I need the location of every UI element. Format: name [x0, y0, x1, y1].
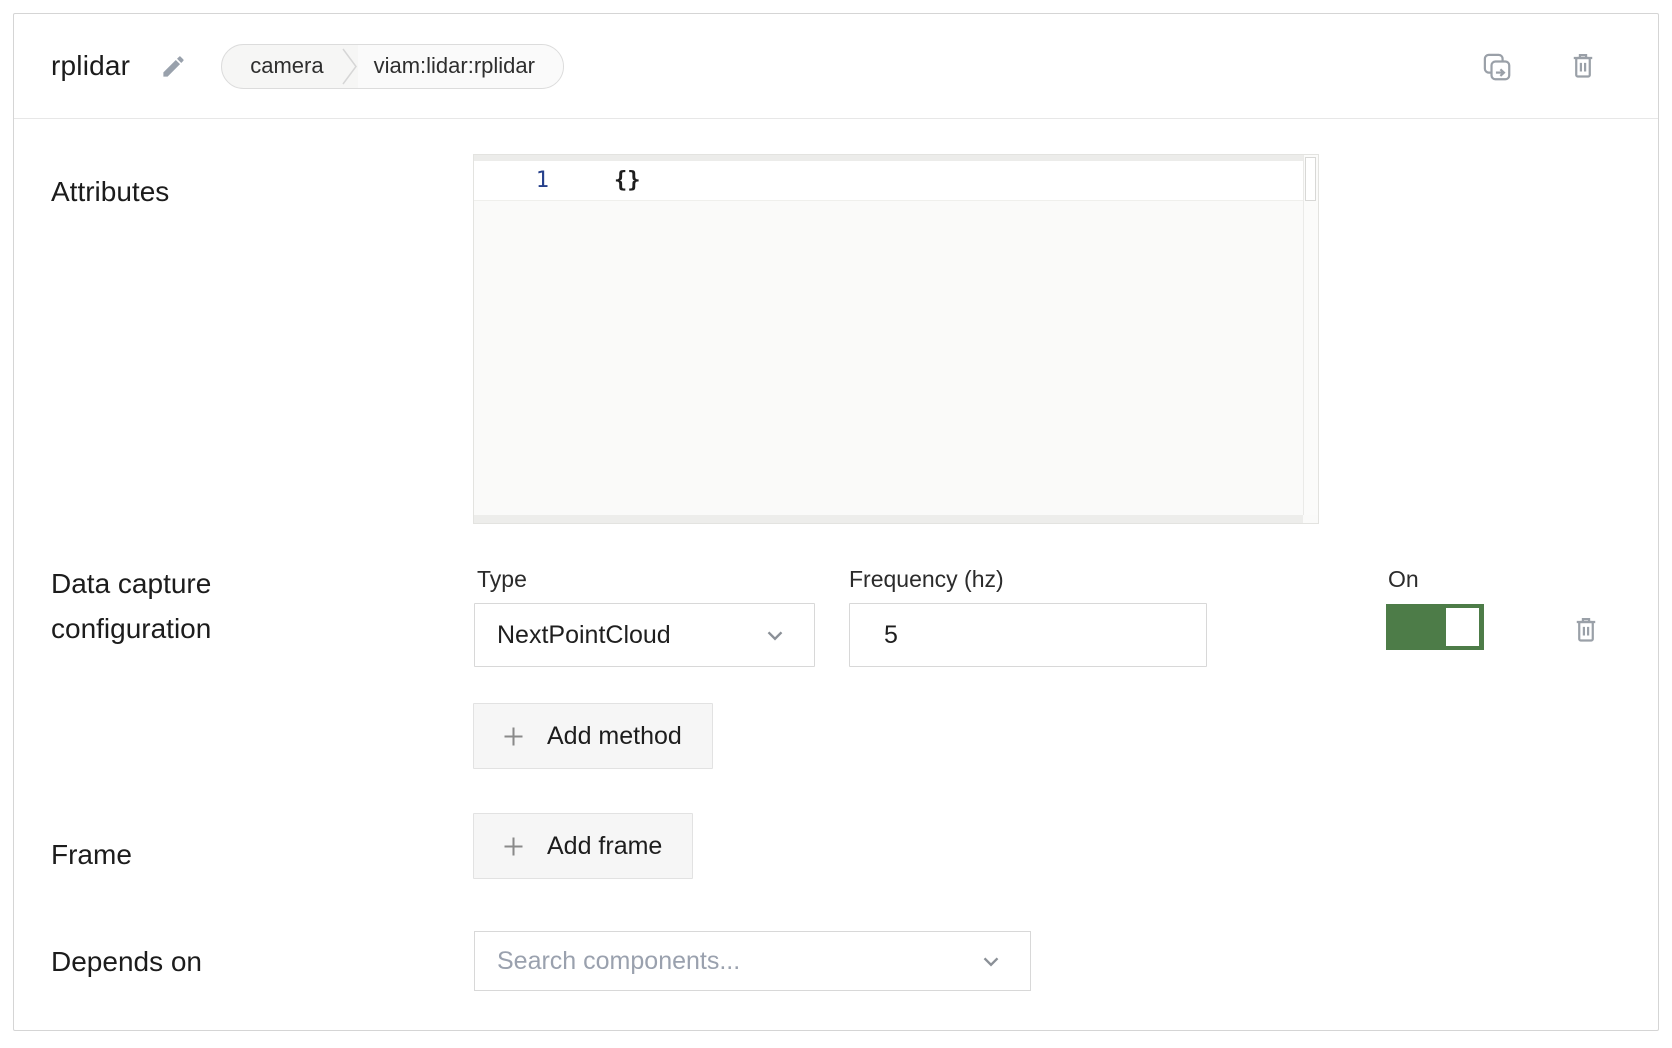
- plus-icon: [500, 723, 527, 750]
- depends-on-select[interactable]: [474, 931, 1031, 991]
- page: rplidar camera viam:lidar:rplidar: [0, 0, 1672, 1048]
- capture-on-toggle[interactable]: [1386, 604, 1484, 650]
- frame-label: Frame: [51, 832, 132, 877]
- frequency-input[interactable]: [849, 603, 1207, 667]
- pencil-icon: [160, 53, 187, 80]
- delete-capture-method-button[interactable]: [1571, 614, 1601, 646]
- scrollbar-thumb[interactable]: [1305, 157, 1316, 201]
- add-method-label: Add method: [547, 722, 682, 751]
- add-method-button[interactable]: Add method: [473, 703, 713, 769]
- duplicate-icon: [1481, 51, 1512, 82]
- toggle-field-label: On: [1388, 566, 1419, 593]
- search-components-input[interactable]: [475, 947, 978, 976]
- editor-horizontal-scrollbar[interactable]: [474, 515, 1303, 523]
- component-config-card: rplidar camera viam:lidar:rplidar: [13, 13, 1659, 1031]
- editor-vertical-scrollbar[interactable]: [1303, 155, 1318, 515]
- capture-type-select[interactable]: NextPointCloud: [474, 603, 815, 667]
- editor-active-line[interactable]: 1 {}: [474, 161, 1303, 201]
- duplicate-button[interactable]: [1481, 51, 1512, 82]
- attributes-code-editor[interactable]: 1 {}: [473, 154, 1319, 524]
- badge-chevron-separator-icon: [342, 44, 358, 89]
- line-number: 1: [474, 168, 549, 193]
- trash-icon: [1571, 614, 1601, 646]
- toggle-knob: [1446, 608, 1479, 646]
- frequency-field-label: Frequency (hz): [849, 566, 1004, 593]
- component-type-badge: camera viam:lidar:rplidar: [221, 44, 564, 89]
- edit-name-button[interactable]: [160, 53, 187, 80]
- delete-component-button[interactable]: [1568, 50, 1598, 82]
- badge-category: camera: [222, 53, 341, 79]
- chevron-down-icon: [762, 622, 788, 648]
- chevron-down-icon: [978, 948, 1004, 974]
- header-actions: [1481, 50, 1598, 82]
- code-content[interactable]: {}: [549, 168, 641, 193]
- card-header: rplidar camera viam:lidar:rplidar: [14, 14, 1658, 119]
- add-frame-label: Add frame: [547, 832, 662, 861]
- badge-model: viam:lidar:rplidar: [358, 45, 563, 88]
- data-capture-label: Data capture configuration: [51, 561, 301, 651]
- add-frame-button[interactable]: Add frame: [473, 813, 693, 879]
- trash-icon: [1568, 50, 1598, 82]
- component-name: rplidar: [51, 50, 130, 82]
- type-field-label: Type: [477, 566, 527, 593]
- attributes-label: Attributes: [51, 169, 169, 214]
- capture-type-value: NextPointCloud: [497, 621, 671, 650]
- plus-icon: [500, 833, 527, 860]
- depends-on-label: Depends on: [51, 939, 202, 984]
